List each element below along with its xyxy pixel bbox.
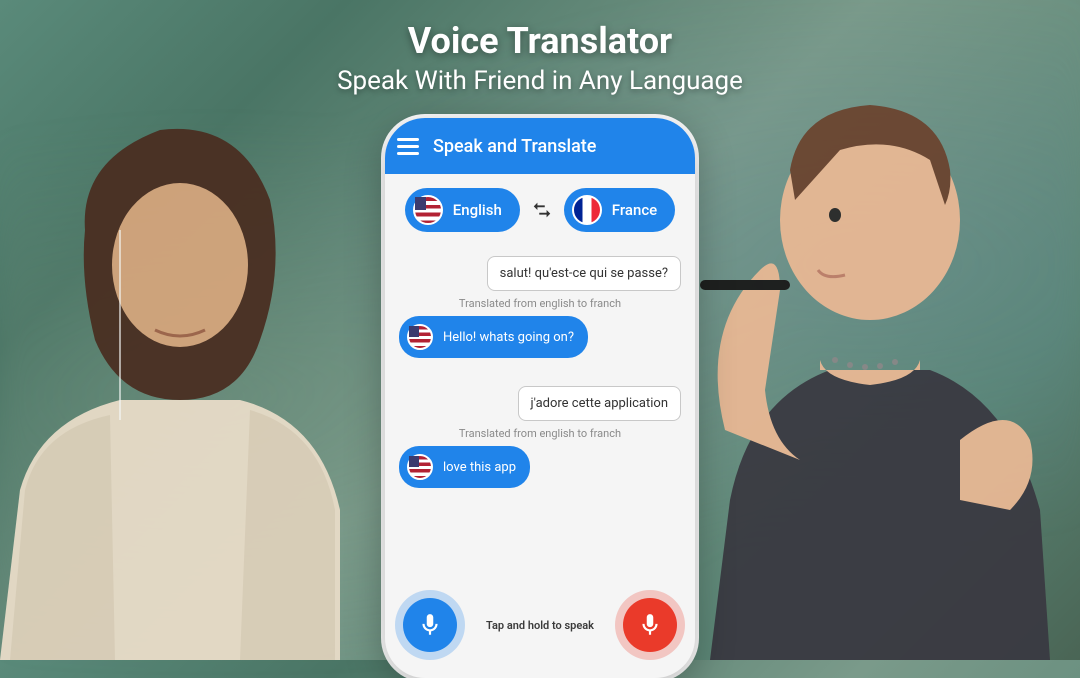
footer-bar: Tap and hold to speak xyxy=(385,582,695,678)
message-in[interactable]: Hello! whats going on? xyxy=(399,316,588,358)
us-flag-icon xyxy=(407,324,433,350)
language-bar: English France xyxy=(385,174,695,246)
message-out[interactable]: salut! qu'est-ce qui se passe? xyxy=(487,256,681,291)
app-header: Speak and Translate xyxy=(385,118,695,174)
phone-mockup: Speak and Translate English France salut… xyxy=(385,118,695,678)
us-flag-icon xyxy=(407,454,433,480)
mic-source-button[interactable] xyxy=(403,598,457,652)
mic-target-button[interactable] xyxy=(623,598,677,652)
hero-subtitle: Speak With Friend in Any Language xyxy=(337,66,743,96)
source-language-label: English xyxy=(453,201,502,219)
hero-title: Voice Translator xyxy=(337,20,743,62)
microphone-icon xyxy=(417,612,443,638)
swap-icon xyxy=(531,199,553,221)
message-out[interactable]: j'adore cette application xyxy=(518,386,681,421)
target-language-label: France xyxy=(612,201,657,219)
fr-flag-icon xyxy=(572,195,602,225)
swap-languages-button[interactable] xyxy=(528,196,556,224)
message-text: Hello! whats going on? xyxy=(443,330,574,345)
person-right-illustration xyxy=(670,60,1080,660)
hero-heading: Voice Translator Speak With Friend in An… xyxy=(337,20,743,96)
chat-area: salut! qu'est-ce qui se passe? Translate… xyxy=(385,246,695,492)
us-flag-icon xyxy=(413,195,443,225)
microphone-icon xyxy=(637,612,663,638)
target-language-button[interactable]: France xyxy=(564,188,675,232)
message-text: love this app xyxy=(443,460,516,475)
tap-hint: Tap and hold to speak xyxy=(486,619,594,632)
translation-note: Translated from english to franch xyxy=(399,297,681,310)
source-language-button[interactable]: English xyxy=(405,188,520,232)
person-left-illustration xyxy=(0,70,380,660)
message-in[interactable]: love this app xyxy=(399,446,530,488)
translation-note: Translated from english to franch xyxy=(399,427,681,440)
menu-icon[interactable] xyxy=(397,138,419,155)
app-title: Speak and Translate xyxy=(433,136,596,157)
